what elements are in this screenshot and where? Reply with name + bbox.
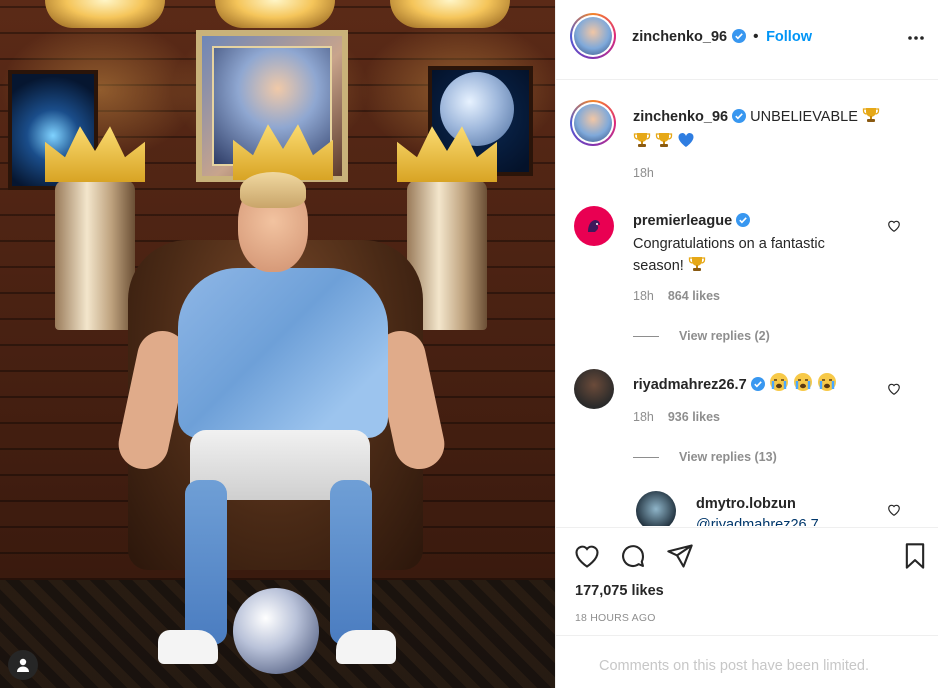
verified-badge-icon xyxy=(736,213,751,234)
reply-username[interactable]: dmytro.lobzun xyxy=(696,496,796,512)
bookmark-icon[interactable] xyxy=(901,542,929,575)
comment-meta: 18h 864 likes xyxy=(633,289,720,303)
verified-badge-icon xyxy=(750,377,765,398)
comment: riyadmahrez26.7 xyxy=(633,372,893,399)
post-image[interactable] xyxy=(0,0,555,688)
view-replies-label: View replies (13) xyxy=(679,450,777,464)
reply-mention[interactable]: @riyadmahrez26.7 xyxy=(696,517,819,526)
comments-list[interactable]: zinchenko_96 UNBELIEVABLE 18h premierlea… xyxy=(556,81,938,526)
ceiling-lamp xyxy=(215,0,335,28)
trophy-emoji-icon xyxy=(862,106,880,131)
heart-icon[interactable] xyxy=(573,542,601,575)
player-boot xyxy=(158,630,218,664)
comment-username[interactable]: riyadmahrez26.7 xyxy=(633,377,747,393)
player-jersey xyxy=(178,268,388,438)
replier-avatar[interactable] xyxy=(636,491,676,526)
comment-like-heart-icon[interactable] xyxy=(887,503,901,522)
post-timestamp[interactable]: 18 HOURS AGO xyxy=(575,612,656,624)
comment-text: Congratulations on a fantastic season! xyxy=(633,236,825,274)
comment-like-heart-icon[interactable] xyxy=(887,219,901,238)
caption-time[interactable]: 18h xyxy=(633,166,654,180)
ceiling-lamp xyxy=(45,0,165,28)
comment-like-heart-icon[interactable] xyxy=(887,382,901,401)
commenter-avatar[interactable] xyxy=(574,206,614,246)
caption-avatar[interactable] xyxy=(570,100,616,146)
header-author-row: zinchenko_96 • Follow xyxy=(632,28,812,48)
comment: premierleague Congratulations on a fanta… xyxy=(633,211,873,280)
comment-time[interactable]: 18h xyxy=(633,289,654,303)
trophy-emoji-icon xyxy=(633,131,651,156)
trophy-emoji-icon xyxy=(688,255,706,280)
dot-separator: • xyxy=(753,28,759,45)
view-replies-button[interactable]: View replies (13) xyxy=(633,450,777,464)
trophy-emoji-icon xyxy=(655,131,673,156)
lion-logo-icon xyxy=(588,220,600,232)
football xyxy=(233,588,319,674)
caption-username[interactable]: zinchenko_96 xyxy=(633,109,728,125)
instagram-post: zinchenko_96 • Follow zinchenko_96 UNBEL… xyxy=(0,0,938,688)
caption-meta: 18h xyxy=(633,166,654,180)
follow-button[interactable]: Follow xyxy=(766,29,812,45)
view-replies-button[interactable]: View replies (2) xyxy=(633,329,770,343)
paper-plane-icon[interactable] xyxy=(666,542,694,575)
player-hair xyxy=(240,172,306,208)
player-sock xyxy=(185,480,227,645)
comment-time[interactable]: 18h xyxy=(633,410,654,424)
commenter-avatar[interactable] xyxy=(574,369,614,409)
crying-face-emoji-icon xyxy=(769,372,789,399)
post-side-panel: zinchenko_96 • Follow zinchenko_96 UNBEL… xyxy=(555,0,938,688)
comment-username[interactable]: premierleague xyxy=(633,213,732,229)
author-avatar[interactable] xyxy=(570,13,616,59)
comment-icon[interactable] xyxy=(619,542,647,575)
caption-text: UNBELIEVABLE xyxy=(750,109,858,125)
player-boot xyxy=(336,630,396,664)
post-header: zinchenko_96 • Follow xyxy=(556,0,938,80)
crying-face-emoji-icon xyxy=(817,372,837,399)
post-actions: 177,075 likes 18 HOURS AGO xyxy=(556,527,938,634)
user-tag-icon[interactable] xyxy=(8,650,38,680)
player-sock xyxy=(330,480,372,645)
replies-divider xyxy=(633,336,659,338)
author-username[interactable]: zinchenko_96 xyxy=(632,29,727,45)
comments-limited-notice: Comments on this post have been limited. xyxy=(556,635,938,688)
comment-meta: 18h 936 likes xyxy=(633,410,720,424)
verified-badge-icon xyxy=(732,109,747,130)
replies-divider xyxy=(633,457,659,459)
blue-heart-emoji-icon xyxy=(677,131,695,156)
more-options-icon[interactable] xyxy=(906,28,926,53)
verified-badge-icon xyxy=(731,29,746,48)
crying-face-emoji-icon xyxy=(793,372,813,399)
comment-likes[interactable]: 936 likes xyxy=(668,410,720,424)
comment-likes[interactable]: 864 likes xyxy=(668,289,720,303)
reply: dmytro.lobzun @riyadmahrez26.7 xyxy=(696,494,896,526)
ceiling-lamp xyxy=(390,0,510,28)
view-replies-label: View replies (2) xyxy=(679,329,770,343)
likes-count[interactable]: 177,075 likes xyxy=(575,583,664,599)
caption: zinchenko_96 UNBELIEVABLE xyxy=(633,106,913,156)
